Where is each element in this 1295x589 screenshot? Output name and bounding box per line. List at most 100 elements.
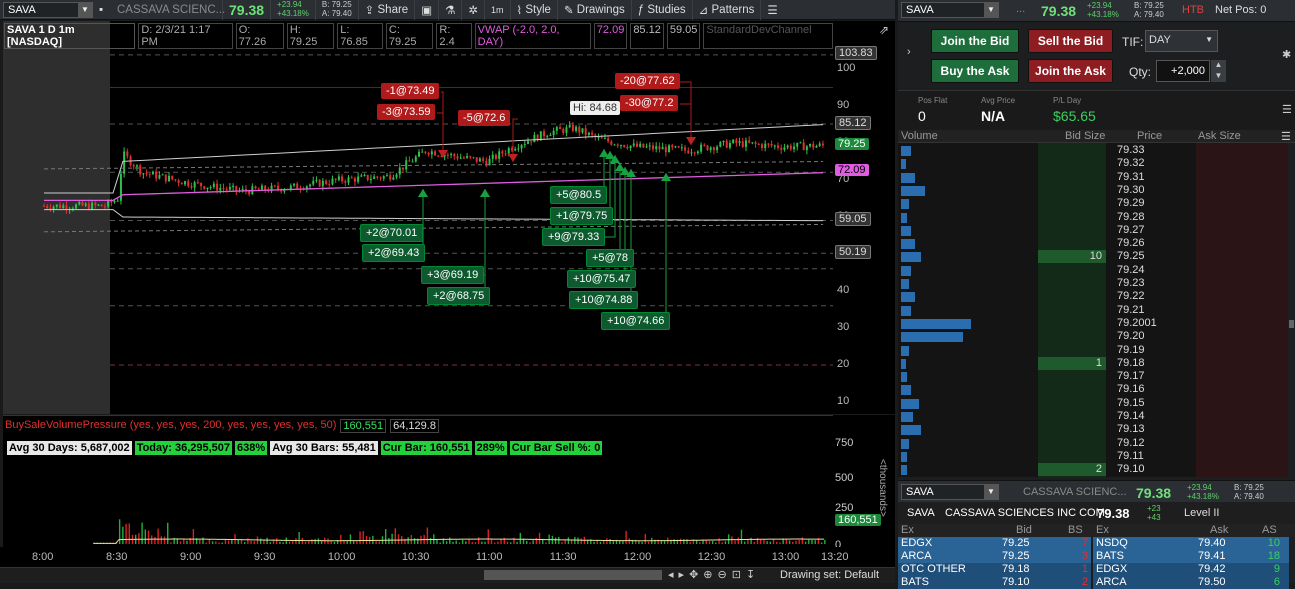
- candle-body: [353, 178, 356, 182]
- collapse-icon[interactable]: ›: [907, 46, 911, 58]
- gear-icon[interactable]: ✱: [1282, 48, 1291, 61]
- flask-button[interactable]: ⚗: [439, 0, 463, 20]
- ladder-row[interactable]: 79.23: [898, 277, 1285, 290]
- zoom-in-icon[interactable]: ⊕: [703, 568, 712, 581]
- ladder-row[interactable]: 79.29: [898, 197, 1285, 210]
- horizontal-scrollbar[interactable]: [484, 570, 662, 580]
- patterns-button[interactable]: ⊿ Patterns: [693, 0, 762, 20]
- ladder-row[interactable]: 1 79.18: [898, 356, 1285, 370]
- trade-link-icon[interactable]: ...: [1016, 3, 1025, 15]
- ladder-scrollbar[interactable]: [1289, 320, 1294, 328]
- level2-row[interactable]: EDGX 79.25 7 NSDQ 79.40 10: [898, 537, 1295, 550]
- ladder-row[interactable]: 2 79.10: [898, 463, 1285, 477]
- l2-symbol-selector[interactable]: SAVA ▼: [901, 484, 999, 500]
- symbol-selector[interactable]: SAVA ▼: [3, 1, 93, 18]
- buy-label: +1@79.75: [550, 207, 614, 225]
- price-chart[interactable]: SAVA 1 D 1m [NASDAQ] D: 2/3/21 1:17 PM O…: [3, 21, 833, 414]
- ladder-row[interactable]: 79.16: [898, 383, 1285, 396]
- fit-icon[interactable]: ↧: [746, 568, 755, 581]
- chevron-down-icon[interactable]: ▼: [984, 3, 998, 17]
- ladder-price: 79.11: [1117, 449, 1144, 462]
- ladder-row[interactable]: 79.2001: [898, 317, 1285, 330]
- link-icon[interactable]: ▪: [93, 0, 111, 20]
- buy-ask-button[interactable]: Buy the Ask: [931, 59, 1019, 83]
- level2-row[interactable]: OTC OTHER 79.18 1 EDGX 79.42 9: [898, 563, 1295, 576]
- menu-icon[interactable]: ☰: [1282, 103, 1292, 116]
- ladder-price: 79.25: [1117, 250, 1145, 263]
- l2-change: +23.94: [1187, 483, 1212, 492]
- settings-button[interactable]: ✲: [462, 0, 486, 20]
- level2-row[interactable]: ARCA 79.25 3 BATS 79.41 18: [898, 550, 1295, 563]
- volume-bar: [445, 541, 448, 544]
- ladder-row[interactable]: 79.30: [898, 184, 1285, 197]
- ladder-row[interactable]: 79.13: [898, 423, 1285, 436]
- ladder-row[interactable]: 79.31: [898, 171, 1285, 184]
- candle-body: [193, 182, 196, 188]
- gear-icon: ✲: [468, 4, 479, 17]
- l2-ask-exchange: NSDQ: [1096, 537, 1128, 549]
- volume-bar: [211, 541, 214, 544]
- ladder-row[interactable]: 79.21: [898, 304, 1285, 317]
- ladder-row[interactable]: 79.12: [898, 437, 1285, 450]
- drawings-button[interactable]: ✎ Drawings: [558, 0, 632, 20]
- sell-bid-button[interactable]: Sell the Bid: [1028, 29, 1113, 53]
- qty-up[interactable]: ▲: [1211, 60, 1226, 71]
- candle-body: [405, 160, 408, 170]
- join-bid-button[interactable]: Join the Bid: [931, 29, 1019, 53]
- ladder-price: 79.16: [1117, 383, 1145, 396]
- price-ladder[interactable]: 79.33 79.32 79.31 79.30 79.29 79.28 79.27 79.26…: [898, 143, 1288, 477]
- ladder-row[interactable]: 79.11: [898, 450, 1285, 463]
- volume-axis[interactable]: 750 500 250 0 <thousands> 160,551: [833, 415, 895, 551]
- candle-body: [264, 185, 267, 191]
- candle-body: [626, 147, 629, 149]
- ladder-row[interactable]: 79.19: [898, 344, 1285, 357]
- candle-body: [684, 147, 687, 151]
- ladder-row[interactable]: 79.27: [898, 224, 1285, 237]
- studies-icon: ƒ: [637, 3, 648, 16]
- scroll-right-icon[interactable]: ▸: [679, 568, 685, 581]
- ladder-row[interactable]: 79.22: [898, 290, 1285, 303]
- trade-ask: A: 79.40: [1134, 10, 1164, 19]
- tif-select[interactable]: DAY ▼: [1145, 30, 1218, 52]
- zoom-box-icon[interactable]: ⊡: [732, 568, 741, 581]
- timeframe-button[interactable]: 1m: [485, 0, 511, 20]
- expand-icon[interactable]: ⇗: [879, 23, 889, 37]
- volume-bar: [128, 523, 130, 544]
- price-axis[interactable]: 100908070605040302010 103.83 85.12 79.25…: [833, 21, 895, 414]
- ladder-row[interactable]: 79.26: [898, 237, 1285, 250]
- more-button[interactable]: ☰: [761, 0, 783, 20]
- ladder-row[interactable]: 79.14: [898, 410, 1285, 423]
- join-ask-button[interactable]: Join the Ask: [1028, 59, 1113, 83]
- l2-bid-size: 7: [1081, 537, 1088, 549]
- buy-label: +10@74.66: [601, 312, 671, 330]
- scroll-left-icon[interactable]: ◂: [668, 568, 674, 581]
- ladder-row[interactable]: 10 79.25: [898, 250, 1285, 264]
- trade-symbol-selector[interactable]: SAVA ▼: [901, 2, 999, 18]
- time-axis[interactable]: 8:00 8:30 9:00 9:30 10:00 10:30 11:00 11:30 12:0…: [0, 547, 895, 567]
- ladder-row[interactable]: 79.15: [898, 397, 1285, 410]
- screenshot-button[interactable]: ▣: [415, 0, 440, 20]
- ladder-row[interactable]: 79.24: [898, 264, 1285, 277]
- ladder-row[interactable]: 79.33: [898, 144, 1285, 157]
- volume-bar: [679, 538, 682, 544]
- zoom-out-icon[interactable]: ⊖: [718, 568, 727, 581]
- volume-pane[interactable]: BuySaleVolumePressure (yes, yes, yes, 20…: [3, 415, 833, 547]
- ladder-row[interactable]: 79.17: [898, 370, 1285, 383]
- volume-bar: [346, 540, 348, 544]
- volume-bar: [628, 538, 630, 544]
- ladder-price: 79.20: [1117, 330, 1145, 343]
- drawing-set[interactable]: Drawing set: Default: [780, 569, 879, 581]
- studies-button[interactable]: ƒ Studies: [632, 0, 693, 20]
- chevron-down-icon[interactable]: ▼: [78, 2, 92, 17]
- move-icon[interactable]: ✥: [689, 568, 698, 581]
- share-button[interactable]: ⇪ Share: [359, 0, 416, 20]
- qty-down[interactable]: ▼: [1211, 71, 1226, 82]
- ladder-row[interactable]: 79.32: [898, 157, 1285, 170]
- style-button[interactable]: ⌇ Style: [511, 0, 558, 20]
- ladder-row[interactable]: 79.28: [898, 211, 1285, 224]
- candle-body: [187, 181, 190, 187]
- ladder-row[interactable]: 79.20: [898, 330, 1285, 343]
- chevron-down-icon[interactable]: ▼: [984, 485, 998, 499]
- ladder-menu-icon[interactable]: ☰: [1281, 130, 1291, 143]
- qty-input[interactable]: +2,000: [1156, 60, 1210, 82]
